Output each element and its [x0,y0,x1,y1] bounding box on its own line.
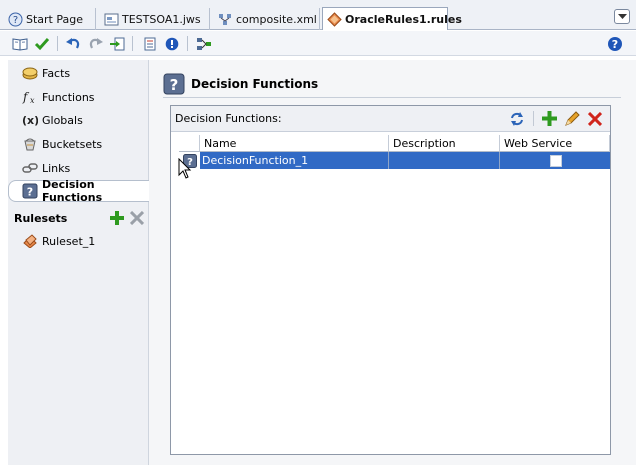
rule-flow-icon[interactable] [195,35,213,52]
globals-x-icon: (x) [22,112,38,128]
delete-ruleset-button[interactable] [130,211,144,225]
nav-item-label: Bucketsets [42,137,103,151]
nav-item-label: Links [42,161,71,175]
nav-item-facts[interactable]: Facts [22,63,70,83]
nav-item-label: Functions [42,90,95,104]
decision-function-icon: ? [22,183,38,199]
editor-toolbar: ? [0,31,636,56]
tab-list-dropdown[interactable] [614,9,630,24]
column-header-name[interactable]: Name [200,135,389,152]
nav-item-globals[interactable]: (x) Globals [22,110,83,130]
report-icon[interactable] [141,35,159,52]
decision-functions-panel: Decision Functions: Name Description Web… [170,105,611,455]
decision-functions-table: Name Description Web Service ? DecisionF… [179,135,610,169]
tab-composite-xml[interactable]: composite.xml [214,8,320,30]
rulesets-header: Rulesets [14,208,144,228]
column-header-web-service[interactable]: Web Service [500,135,610,152]
panel-header: Decision Functions: [171,106,610,132]
chevron-down-icon [617,13,627,20]
dictionary-icon[interactable] [11,35,29,52]
decision-functions-editor: ? Decision Functions Decision Functions: [149,60,636,465]
svg-text:x: x [30,96,35,104]
ruleset-icon [22,233,38,249]
cell-web-service[interactable] [500,152,610,169]
svg-text:f: f [22,90,30,104]
bucketsets-icon [22,136,38,152]
ruleset-label: Ruleset_1 [42,234,96,248]
toolbar-divider [187,36,188,51]
facts-icon [22,65,38,81]
nav-item-label: Globals [42,113,83,127]
cell-description[interactable] [389,152,500,169]
links-icon [22,160,38,176]
tab-label: TESTSOA1.jws [122,12,201,26]
editor-tab-strip: ? Start Page TESTSOA1.jws composite.xml … [0,0,636,30]
info-circle-icon[interactable] [163,35,181,52]
help-icon[interactable]: ? [606,35,624,52]
ruleset-item[interactable]: Ruleset_1 [22,231,95,251]
tab-label: OracleRules1.rules [345,12,462,26]
table-row[interactable]: ? DecisionFunction_1 [179,152,610,169]
panel-label: Decision Functions: [175,112,282,125]
undo-icon[interactable] [64,35,82,52]
rules-diamond-icon [327,11,342,27]
refresh-icon[interactable] [508,110,526,128]
function-fx-icon: fx [22,89,38,105]
tab-label: composite.xml [236,12,317,26]
edit-pencil-icon[interactable] [563,110,581,128]
mouse-cursor-icon [178,158,192,180]
tab-start-page[interactable]: ? Start Page [4,8,96,30]
rulesets-label: Rulesets [14,211,68,225]
page-title: Decision Functions [191,76,319,91]
svg-text:?: ? [13,15,18,26]
column-header-description[interactable]: Description [389,135,500,152]
toolbar-divider [533,111,534,126]
help-circle-icon: ? [8,12,23,27]
nav-item-label: Facts [42,66,71,80]
row-header-corner [179,135,200,152]
tab-oraclerules1-rules[interactable]: OracleRules1.rules [322,7,462,30]
svg-text:?: ? [170,76,179,94]
toolbar-divider [132,36,133,51]
table-header-row: Name Description Web Service [179,135,610,152]
nav-item-functions[interactable]: fx Functions [22,87,95,107]
import-icon[interactable] [108,35,126,52]
workspace-icon [104,12,119,27]
validate-check-icon[interactable] [33,35,51,52]
rules-navigator: Facts fx Functions (x) Globals Bucketset… [8,60,150,465]
svg-text:?: ? [612,38,618,51]
tab-testsoa1-jws[interactable]: TESTSOA1.jws [100,8,210,30]
delete-icon[interactable] [586,110,604,128]
nav-item-label: Decision Functions [42,178,103,204]
cell-name[interactable]: DecisionFunction_1 [200,152,389,169]
toolbar-divider [57,36,58,51]
nav-item-decision-functions[interactable]: ? Decision Functions [8,178,150,204]
add-icon[interactable] [540,110,558,128]
nav-item-links[interactable]: Links [22,158,70,178]
tab-label: Start Page [26,12,83,26]
composite-icon [218,12,233,27]
web-service-checkbox[interactable] [550,154,562,167]
add-ruleset-button[interactable] [110,211,124,225]
svg-text:?: ? [27,186,33,199]
nav-item-bucketsets[interactable]: Bucketsets [22,134,102,154]
redo-icon[interactable] [87,35,105,52]
page-title-bar: ? Decision Functions [163,70,621,98]
decision-function-icon: ? [163,73,185,95]
svg-text:(x): (x) [22,114,38,127]
